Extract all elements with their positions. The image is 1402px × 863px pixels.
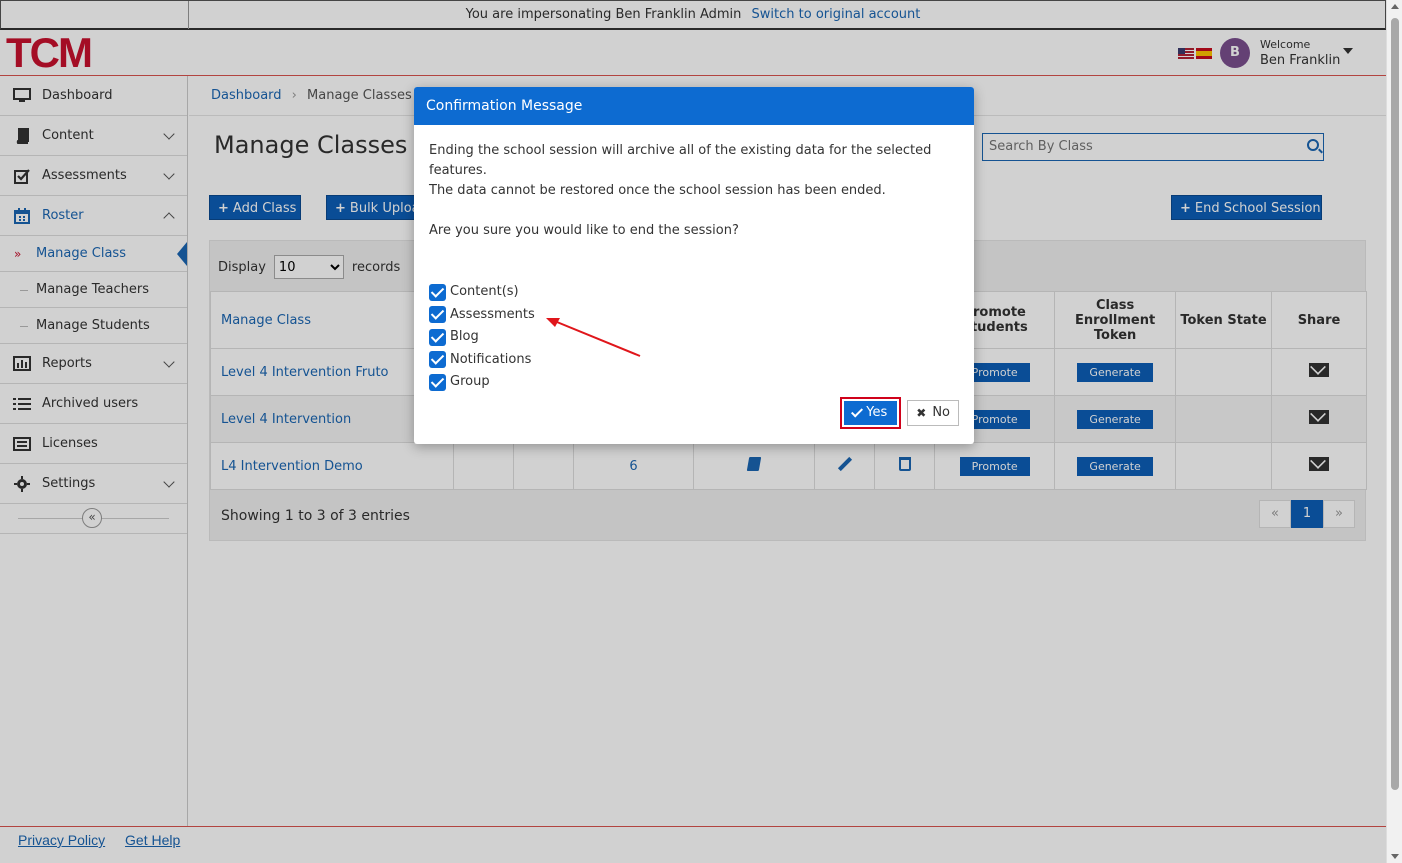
checkbox-checked-icon[interactable] [429, 328, 446, 346]
checkbox-row-blog[interactable]: Blog [429, 326, 959, 349]
scroll-down-icon[interactable] [1391, 854, 1399, 859]
yes-label: Yes [866, 405, 888, 420]
yes-highlight-box: Yes [840, 397, 902, 429]
checkbox-label: Content(s) [450, 284, 519, 300]
checkbox-label: Assessments [450, 306, 535, 322]
confirmation-modal: Confirmation Message Ending the school s… [414, 87, 974, 444]
page-scrollbar[interactable] [1386, 0, 1402, 863]
checkbox-label: Blog [450, 329, 479, 345]
no-label: No [932, 405, 950, 420]
scroll-up-icon[interactable] [1391, 4, 1399, 9]
checkbox-row-contents[interactable]: Content(s) [429, 281, 959, 304]
modal-message-line2: The data cannot be restored once the sch… [429, 183, 886, 198]
modal-question: Are you sure you would like to end the s… [429, 223, 739, 238]
feature-checkbox-list: Content(s) Assessments Blog Notification… [429, 281, 959, 394]
modal-body: Ending the school session will archive a… [414, 125, 974, 394]
check-icon [851, 405, 864, 418]
yes-button[interactable]: Yes [844, 401, 898, 425]
checkbox-checked-icon[interactable] [429, 351, 446, 369]
checkbox-label: Notifications [450, 351, 532, 367]
modal-buttons: Yes ✖ No [840, 397, 959, 429]
checkbox-row-group[interactable]: Group [429, 371, 959, 394]
scroll-thumb[interactable] [1391, 18, 1399, 790]
close-icon: ✖ [916, 406, 927, 420]
checkbox-label: Group [450, 374, 490, 390]
checkbox-checked-icon[interactable] [429, 283, 446, 301]
checkbox-row-assessments[interactable]: Assessments [429, 304, 959, 327]
annotation-arrow-icon [546, 318, 641, 357]
modal-title: Confirmation Message [414, 87, 974, 125]
checkbox-row-notifications[interactable]: Notifications [429, 349, 959, 372]
checkbox-checked-icon[interactable] [429, 373, 446, 391]
modal-message-line1: Ending the school session will archive a… [429, 143, 932, 178]
no-button[interactable]: ✖ No [907, 400, 959, 426]
checkbox-checked-icon[interactable] [429, 306, 446, 324]
